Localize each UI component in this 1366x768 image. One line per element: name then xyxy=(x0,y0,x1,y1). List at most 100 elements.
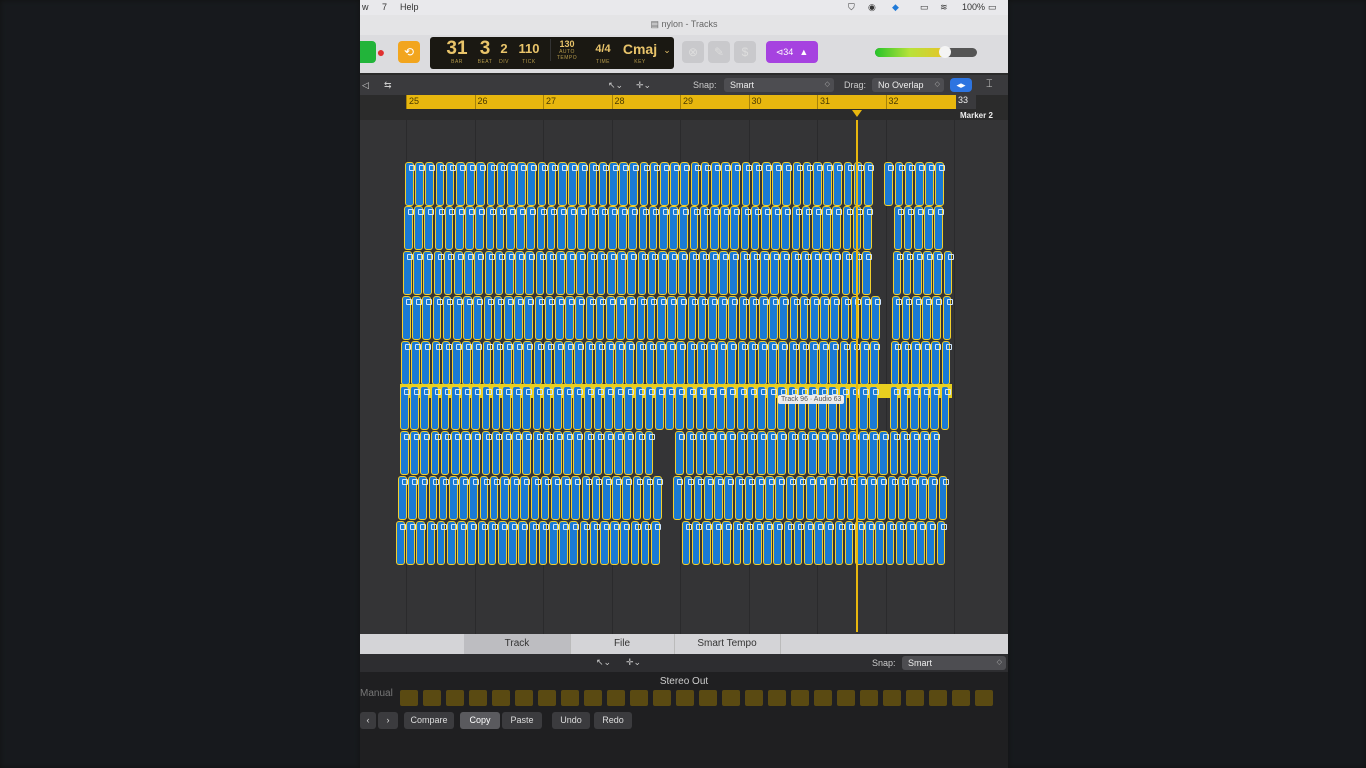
audio-region[interactable] xyxy=(573,386,584,430)
audio-region[interactable] xyxy=(423,251,434,295)
plugin-control-button[interactable] xyxy=(768,690,786,706)
count-in-metronome-button[interactable]: ⊲34 ▲ xyxy=(766,41,818,63)
audio-region[interactable] xyxy=(474,251,485,295)
audio-region[interactable] xyxy=(396,521,406,565)
audio-region[interactable] xyxy=(563,386,573,430)
audio-region[interactable] xyxy=(675,431,686,475)
audio-region[interactable] xyxy=(689,206,700,250)
audio-region[interactable] xyxy=(899,386,910,430)
audio-region[interactable] xyxy=(493,296,504,340)
audio-region[interactable] xyxy=(520,476,531,520)
audio-region[interactable] xyxy=(485,206,496,250)
audio-region[interactable] xyxy=(635,341,646,385)
menu-item-window[interactable]: w xyxy=(362,2,369,12)
audio-region[interactable] xyxy=(585,296,596,340)
audio-region[interactable] xyxy=(615,341,625,385)
audio-region[interactable] xyxy=(473,296,484,340)
audio-region[interactable] xyxy=(859,386,869,430)
audio-region[interactable] xyxy=(840,296,851,340)
audio-region[interactable] xyxy=(930,386,941,430)
audio-region[interactable] xyxy=(741,162,752,206)
audio-region[interactable] xyxy=(542,386,553,430)
audio-region[interactable] xyxy=(711,162,721,206)
audio-region[interactable] xyxy=(502,431,512,475)
audio-region[interactable] xyxy=(517,162,527,206)
audio-region[interactable] xyxy=(839,341,850,385)
audio-region[interactable] xyxy=(602,476,612,520)
audio-region[interactable] xyxy=(720,206,730,250)
audio-region[interactable] xyxy=(524,296,535,340)
drag-dropdown[interactable]: No Overlap xyxy=(872,78,944,92)
audio-region[interactable] xyxy=(567,206,577,250)
audio-region[interactable] xyxy=(791,206,802,250)
audio-region[interactable] xyxy=(513,341,523,385)
audio-region[interactable] xyxy=(532,386,543,430)
menu-item-help[interactable]: Help xyxy=(400,2,419,12)
audio-region[interactable] xyxy=(574,341,585,385)
audio-region[interactable] xyxy=(897,476,908,520)
audio-region[interactable] xyxy=(836,476,847,520)
audio-region[interactable] xyxy=(811,251,821,295)
audio-region[interactable] xyxy=(435,162,446,206)
audio-region[interactable] xyxy=(768,341,778,385)
audio-region[interactable] xyxy=(569,521,580,565)
audio-region[interactable] xyxy=(712,521,722,565)
audio-region[interactable] xyxy=(507,162,517,206)
audio-region[interactable] xyxy=(516,206,526,250)
audio-region[interactable] xyxy=(477,521,488,565)
zoom-vertical-icon[interactable]: ⌶ xyxy=(986,78,993,91)
plugin-control-button[interactable] xyxy=(791,690,809,706)
audio-region[interactable] xyxy=(614,386,624,430)
audio-region[interactable] xyxy=(441,341,452,385)
audio-region[interactable] xyxy=(860,341,870,385)
audio-region[interactable] xyxy=(595,296,606,340)
audio-region[interactable] xyxy=(864,162,874,206)
audio-region[interactable] xyxy=(906,521,916,565)
audio-region[interactable] xyxy=(780,251,791,295)
audio-region[interactable] xyxy=(505,251,515,295)
audio-region[interactable] xyxy=(576,251,587,295)
audio-region[interactable] xyxy=(753,521,763,565)
score-icon[interactable]: $ xyxy=(734,41,756,63)
audio-region[interactable] xyxy=(781,206,792,250)
audio-region[interactable] xyxy=(870,341,880,385)
audio-region[interactable] xyxy=(586,251,597,295)
audio-region[interactable] xyxy=(398,476,408,520)
audio-region[interactable] xyxy=(404,206,414,250)
audio-region[interactable] xyxy=(634,431,645,475)
audio-region[interactable] xyxy=(834,521,845,565)
audio-region[interactable] xyxy=(637,251,648,295)
audio-region[interactable] xyxy=(472,341,483,385)
audio-region[interactable] xyxy=(421,341,432,385)
audio-region[interactable] xyxy=(456,162,466,206)
audio-region[interactable] xyxy=(408,476,418,520)
audio-region[interactable] xyxy=(889,386,900,430)
audio-region[interactable] xyxy=(761,206,771,250)
master-volume-slider[interactable] xyxy=(875,46,977,58)
audio-region[interactable] xyxy=(923,251,933,295)
audio-region[interactable] xyxy=(828,386,839,430)
audio-region[interactable] xyxy=(563,431,573,475)
audio-region[interactable] xyxy=(491,386,502,430)
audio-region[interactable] xyxy=(895,521,906,565)
audio-region[interactable] xyxy=(593,386,604,430)
audio-region[interactable] xyxy=(518,521,529,565)
audio-region[interactable] xyxy=(790,251,801,295)
audio-region[interactable] xyxy=(411,341,421,385)
audio-region[interactable] xyxy=(808,386,818,430)
audio-region[interactable] xyxy=(865,521,875,565)
audio-region[interactable] xyxy=(889,431,900,475)
audio-region[interactable] xyxy=(523,341,534,385)
audio-region[interactable] xyxy=(677,296,688,340)
audio-region[interactable] xyxy=(645,341,656,385)
audio-region[interactable] xyxy=(451,431,461,475)
audio-region[interactable] xyxy=(838,386,849,430)
plugin-control-button[interactable] xyxy=(837,690,855,706)
audio-region[interactable] xyxy=(820,296,830,340)
audio-region[interactable] xyxy=(706,386,716,430)
bar-ruler[interactable]: 25 26 27 28 29 30 31 32 xyxy=(406,95,956,109)
audio-region[interactable] xyxy=(573,431,584,475)
audio-region[interactable] xyxy=(525,251,536,295)
audio-region[interactable] xyxy=(462,341,472,385)
audio-region[interactable] xyxy=(559,521,569,565)
